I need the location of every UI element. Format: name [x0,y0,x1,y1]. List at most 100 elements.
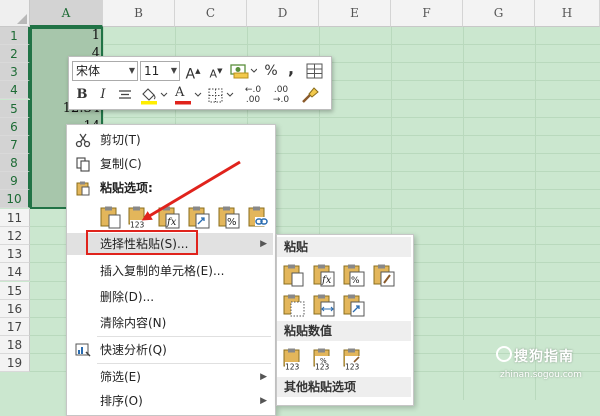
paste-values-number-format-icon[interactable]: % 123 [312,347,336,371]
borders-button[interactable] [207,85,237,105]
row-header[interactable]: 3 [0,63,30,81]
watermark-brand: 搜狗指南 [514,349,574,365]
increase-font-size-button[interactable]: A▲ [185,61,201,83]
paste-transpose-icon[interactable] [187,205,211,229]
decrease-decimal-icon: →.0 [272,95,290,105]
row-header[interactable]: 9 [0,172,30,190]
column-header-h[interactable]: H [535,0,600,27]
paste-keep-column-widths-icon[interactable] [312,293,336,317]
chevron-right-icon: ▶ [260,239,267,249]
menu-item-filter[interactable]: 筛选(E) ▶ [67,366,273,388]
column-header-e[interactable]: E [319,0,391,27]
context-menu: 剪切(T) 复制(C) 粘贴选项: 123 fx % 选择性粘贴(S)... ▶… [66,124,276,416]
row-header[interactable]: 12 [0,227,30,245]
row-header[interactable]: 1 [0,27,30,45]
menu-item-quick-analysis[interactable]: 快速分析(Q) [67,339,273,361]
column-header-f[interactable]: F [391,0,463,27]
row-header[interactable]: 17 [0,318,30,336]
column-header-a[interactable]: A [30,0,103,27]
scissors-icon [75,133,91,148]
values-badge: 123 [285,363,300,372]
column-header-g[interactable]: G [463,0,535,27]
clipboard-icon [76,181,90,196]
percent-badge: % [227,217,237,228]
format-painter-icon [302,87,319,103]
accounting-format-button[interactable] [229,61,257,81]
percent-style-button[interactable]: % [263,61,279,81]
row-header[interactable]: 5 [0,100,30,118]
column-header-c[interactable]: C [175,0,247,27]
watermark: 搜狗指南 zhinan.sogou.com [496,346,600,386]
format-table-button[interactable] [305,61,325,81]
row-header[interactable]: 19 [0,354,30,372]
menu-item-sort[interactable]: 排序(O) ▶ [67,390,273,412]
font-size-combo[interactable]: 11 ▼ [140,61,180,81]
accounting-format-icon [230,64,257,79]
paste-no-borders-icon[interactable] [282,293,306,317]
bold-button[interactable]: B [75,85,89,105]
italic-button[interactable]: I [97,85,109,105]
paste-link-icon[interactable] [247,205,271,229]
format-painter-button[interactable] [299,85,321,105]
gridline [535,27,536,400]
gridline [30,44,600,45]
row-header[interactable]: 8 [0,154,30,172]
menu-item-clear-contents[interactable]: 清除内容(N) [67,312,273,334]
paste-keep-source-formatting-icon[interactable] [372,263,396,287]
row-header[interactable]: 10 [0,190,30,208]
increase-decimal-button[interactable]: ←.0 .00 [242,85,264,105]
chevron-down-icon: ▼ [170,66,177,75]
column-header-b[interactable]: B [103,0,175,27]
menu-separator [97,336,271,337]
values-badge: 123 [345,363,360,372]
decrease-font-size-button[interactable]: A▼ [208,61,224,81]
chevron-right-icon: ▶ [260,372,267,382]
paste-values-icon[interactable]: 123 [282,347,306,371]
paste-formatting-icon[interactable]: % [217,205,241,229]
select-all-corner[interactable] [0,0,30,27]
menu-item-delete[interactable]: 删除(D)... [67,286,273,308]
row-header[interactable]: 6 [0,118,30,136]
paste-options-row: 123 fx % [97,203,273,233]
paste-transpose-icon[interactable] [342,293,366,317]
paste-values-icon[interactable]: 123 [127,205,151,229]
comma-style-button[interactable]: , [285,59,297,79]
menu-item-insert-copied-cells[interactable]: 插入复制的单元格(E)... [67,260,273,282]
menu-separator [97,363,271,364]
percent-badge: % [351,276,360,286]
submenu-header-paste-values: 粘贴数值 [277,321,411,341]
font-color-letter: A [175,85,185,100]
paste-formulas-icon[interactable]: fx [312,263,336,287]
font-color-button[interactable]: A [173,85,203,105]
paste-formulas-icon[interactable]: fx [157,205,181,229]
font-name-combo[interactable]: 宋体 ▼ [72,61,138,81]
gridline [30,117,600,118]
submenu-header-other-paste-options: 其他粘贴选项 [277,377,411,397]
row-header[interactable]: 18 [0,336,30,354]
decrease-decimal-button[interactable]: .00 →.0 [270,85,292,105]
watermark-url: zhinan.sogou.com [500,370,582,380]
values-badge: 123 [315,363,330,372]
row-header[interactable]: 7 [0,136,30,154]
row-header[interactable]: 16 [0,300,30,318]
paste-values-source-formatting-icon[interactable]: 123 [342,347,366,371]
row-header[interactable]: 11 [0,209,30,227]
cell-a1[interactable]: 1 [32,27,100,45]
paste-icon[interactable] [99,205,123,229]
row-header[interactable]: 4 [0,81,30,99]
menu-item-cut[interactable]: 剪切(T) [67,129,273,151]
values-badge: 123 [130,221,145,230]
highlight-box [86,230,198,255]
row-header[interactable]: 15 [0,282,30,300]
row-header[interactable]: 13 [0,245,30,263]
menu-item-copy[interactable]: 复制(C) [67,153,273,175]
sogou-logo-icon [496,346,512,362]
fill-color-button[interactable] [139,85,169,105]
paste-icon[interactable] [282,263,306,287]
align-center-button[interactable] [117,85,133,105]
paste-formulas-number-format-icon[interactable]: % [342,263,366,287]
table-format-icon [306,63,323,79]
column-header-d[interactable]: D [247,0,319,27]
row-header[interactable]: 14 [0,263,30,281]
row-header[interactable]: 2 [0,45,30,63]
